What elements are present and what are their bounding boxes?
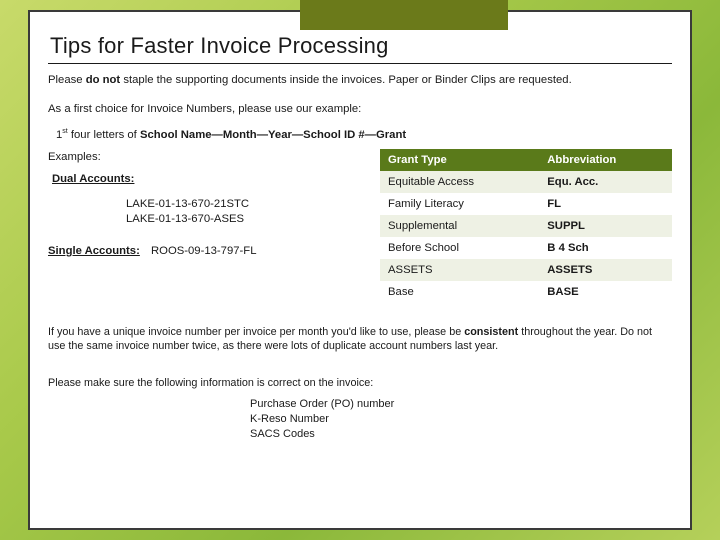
cell-grant-type: Family Literacy bbox=[380, 193, 539, 215]
cell-abbrev: ASSETS bbox=[539, 259, 672, 281]
cell-grant-type: ASSETS bbox=[380, 259, 539, 281]
note-consistency: If you have a unique invoice number per … bbox=[48, 325, 672, 355]
examples-heading: Examples: bbox=[48, 151, 362, 163]
title-accent-block bbox=[300, 0, 508, 30]
invoice-format-pattern: 1st four letters of School Name—Month—Ye… bbox=[56, 127, 672, 143]
text: If you have a unique invoice number per … bbox=[48, 326, 464, 338]
table-row: Before School B 4 Sch bbox=[380, 237, 672, 259]
list-item: LAKE-01-13-670-ASES bbox=[126, 212, 362, 227]
text: staple the supporting documents inside t… bbox=[120, 74, 572, 86]
table-row: Base BASE bbox=[380, 281, 672, 303]
page-title: Tips for Faster Invoice Processing bbox=[48, 30, 672, 64]
table-row: Supplemental SUPPL bbox=[380, 215, 672, 237]
text-emphasis: consistent bbox=[464, 326, 518, 338]
cell-abbrev: Equ. Acc. bbox=[539, 171, 672, 193]
required-info-list: Purchase Order (PO) number K-Reso Number… bbox=[250, 397, 672, 442]
single-account-value: ROOS-09-13-797-FL bbox=[151, 245, 256, 257]
dual-accounts-heading: Dual Accounts: bbox=[52, 173, 362, 185]
cell-grant-type: Base bbox=[380, 281, 539, 303]
table-header: Abbreviation bbox=[539, 149, 672, 171]
text: four letters of bbox=[68, 128, 140, 140]
slide-frame: Tips for Faster Invoice Processing Pleas… bbox=[28, 10, 692, 530]
table-header: Grant Type bbox=[380, 149, 539, 171]
single-accounts-heading: Single Accounts: bbox=[48, 245, 140, 257]
examples-and-table: Examples: Dual Accounts: LAKE-01-13-670-… bbox=[48, 149, 672, 303]
cell-abbrev: B 4 Sch bbox=[539, 237, 672, 259]
list-item: K-Reso Number bbox=[250, 412, 672, 427]
format-template: School Name—Month—Year—School ID #—Grant bbox=[140, 128, 406, 140]
table-row: Family Literacy FL bbox=[380, 193, 672, 215]
list-item: LAKE-01-13-670-21STC bbox=[126, 197, 362, 212]
table-row: Equitable Access Equ. Acc. bbox=[380, 171, 672, 193]
table-row: ASSETS ASSETS bbox=[380, 259, 672, 281]
dual-accounts-list: LAKE-01-13-670-21STC LAKE-01-13-670-ASES bbox=[126, 197, 362, 228]
examples-column: Examples: Dual Accounts: LAKE-01-13-670-… bbox=[48, 149, 362, 303]
text-emphasis: do not bbox=[86, 74, 121, 86]
cell-grant-type: Before School bbox=[380, 237, 539, 259]
grant-abbreviation-table: Grant Type Abbreviation Equitable Access… bbox=[380, 149, 672, 303]
instruction-invoice-format: As a first choice for Invoice Numbers, p… bbox=[48, 102, 672, 117]
note-required-info: Please make sure the following informati… bbox=[48, 376, 672, 391]
cell-grant-type: Supplemental bbox=[380, 215, 539, 237]
instruction-no-staple: Please do not staple the supporting docu… bbox=[48, 73, 672, 88]
cell-abbrev: SUPPL bbox=[539, 215, 672, 237]
cell-abbrev: BASE bbox=[539, 281, 672, 303]
list-item: Purchase Order (PO) number bbox=[250, 397, 672, 412]
cell-abbrev: FL bbox=[539, 193, 672, 215]
single-accounts-line: Single Accounts: ROOS-09-13-797-FL bbox=[48, 245, 362, 257]
list-item: SACS Codes bbox=[250, 427, 672, 442]
cell-grant-type: Equitable Access bbox=[380, 171, 539, 193]
text: Please bbox=[48, 74, 86, 86]
